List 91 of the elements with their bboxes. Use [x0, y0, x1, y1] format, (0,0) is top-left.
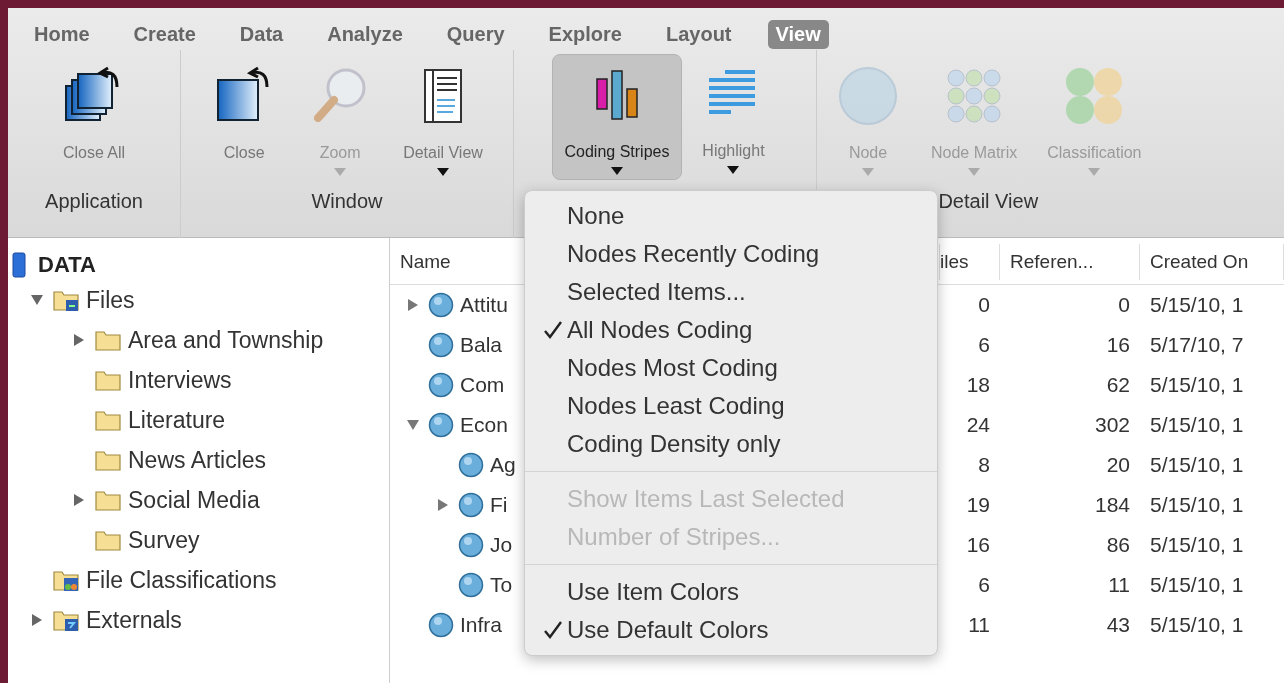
tree-item[interactable]: Interviews	[8, 360, 389, 400]
folder-icon	[94, 368, 122, 392]
table-cell-text: 6	[977, 573, 991, 597]
caret-icon	[611, 167, 623, 175]
tree-item[interactable]: News Articles	[8, 440, 389, 480]
table-cell-text: 0	[977, 293, 991, 317]
table-cell-text: 62	[1105, 373, 1131, 397]
table-cell-text: 184	[1093, 493, 1131, 517]
table-cell-text: 5/15/10, 1	[1149, 533, 1245, 557]
caret-icon	[968, 168, 981, 176]
ribbon-tab[interactable]: View	[767, 19, 829, 49]
node-sphere-icon	[428, 332, 454, 358]
table-cell-text: 8	[977, 453, 991, 477]
folder-icon	[94, 328, 122, 352]
table-cell-text: 16	[1105, 333, 1131, 357]
table-cell-text: 5/15/10, 1	[1149, 453, 1245, 477]
disclosure-triangle-icon[interactable]	[30, 293, 44, 307]
menu-item[interactable]: All Nodes Coding	[525, 311, 937, 349]
group-label: Detail View	[938, 190, 1039, 213]
folder-icon	[52, 608, 80, 632]
tree-item[interactable]: Externals	[8, 600, 389, 640]
tree-item[interactable]: Files	[8, 280, 389, 320]
node-sphere-icon	[428, 412, 454, 438]
folder-icon	[94, 488, 122, 512]
table-cell-text: 24	[965, 413, 991, 437]
group-label: Application	[45, 190, 143, 213]
ribbon-button[interactable]: Coding Stripes	[551, 54, 683, 180]
column-header[interactable]: Created On	[1140, 244, 1284, 280]
folder-icon	[94, 448, 122, 472]
table-cell-text: 16	[965, 533, 991, 557]
table-cell-text: 5/15/10, 1	[1149, 613, 1245, 637]
ribbon-tab[interactable]: Home	[26, 19, 98, 49]
menu-item[interactable]: Use Item Colors	[525, 573, 937, 611]
folder-icon	[52, 288, 80, 312]
table-cell-text: 0	[1117, 293, 1131, 317]
table-cell-text: 6	[977, 333, 991, 357]
caret-icon	[334, 168, 347, 176]
sphere-icon	[836, 64, 900, 128]
table-cell-text: 18	[965, 373, 991, 397]
tree-item[interactable]: Social Media	[8, 480, 389, 520]
ribbon-tab[interactable]: Analyze	[319, 19, 411, 49]
table-cell-text: 302	[1093, 413, 1131, 437]
tree-item[interactable]: Survey	[8, 520, 389, 560]
folder-icon	[94, 528, 122, 552]
caret-icon	[437, 168, 449, 176]
caret-icon	[1088, 168, 1101, 176]
table-cell-text: 43	[1105, 613, 1131, 637]
book-icon	[12, 252, 26, 278]
folder-icon	[52, 568, 80, 592]
ribbon-tab[interactable]: Layout	[657, 19, 740, 49]
table-cell-text: 11	[967, 613, 991, 637]
sidebar-title: DATA	[38, 252, 96, 278]
node-sphere-icon	[458, 532, 484, 558]
disclosure-triangle-icon[interactable]	[72, 333, 86, 347]
table-cell-text: 11	[1107, 573, 1131, 597]
table-cell-text: 86	[1105, 533, 1131, 557]
disclosure-triangle-icon[interactable]	[30, 613, 44, 627]
column-header[interactable]: iles	[940, 244, 1000, 280]
table-cell-text: 5/15/10, 1	[1149, 573, 1245, 597]
node-sphere-icon	[428, 372, 454, 398]
table-cell-text: 19	[965, 493, 991, 517]
menu-item[interactable]: Nodes Recently Coding	[525, 235, 937, 273]
disclosure-triangle-icon[interactable]	[436, 498, 450, 512]
ribbon-tab[interactable]: Query	[438, 19, 513, 49]
node-sphere-icon	[458, 492, 484, 518]
column-header[interactable]: Referen...	[1000, 244, 1140, 280]
caret-icon	[862, 168, 874, 176]
table-cell-text: 5/15/10, 1	[1149, 373, 1245, 397]
ribbon-tab[interactable]: Data	[231, 19, 292, 49]
table-cell-text: 5/15/10, 1	[1149, 413, 1245, 437]
folder-icon	[94, 408, 122, 432]
disclosure-triangle-icon[interactable]	[406, 298, 420, 312]
node-sphere-icon	[458, 452, 484, 478]
node-sphere-icon	[458, 572, 484, 598]
node-sphere-icon	[428, 612, 454, 638]
tree-item[interactable]: File Classifications	[8, 560, 389, 600]
disclosure-triangle-icon[interactable]	[72, 493, 86, 507]
menu-item[interactable]: Use Default Colors	[525, 611, 937, 649]
disclosure-triangle-icon[interactable]	[406, 418, 420, 432]
group-label: Window	[311, 190, 383, 213]
table-cell-text: 20	[1105, 453, 1131, 477]
ribbon-tab[interactable]: Create	[125, 19, 204, 49]
table-cell-text: 5/17/10, 7	[1149, 333, 1245, 357]
table-cell-text: 5/15/10, 1	[1149, 293, 1245, 317]
table-cell-text: 5/15/10, 1	[1149, 493, 1245, 517]
ribbon-tab[interactable]: Explore	[540, 19, 630, 49]
menu-item[interactable]: None	[525, 197, 937, 235]
node-sphere-icon	[428, 292, 454, 318]
tree-item[interactable]: Area and Township	[8, 320, 389, 360]
caret-icon	[727, 166, 740, 174]
tree-item[interactable]: Literature	[8, 400, 389, 440]
